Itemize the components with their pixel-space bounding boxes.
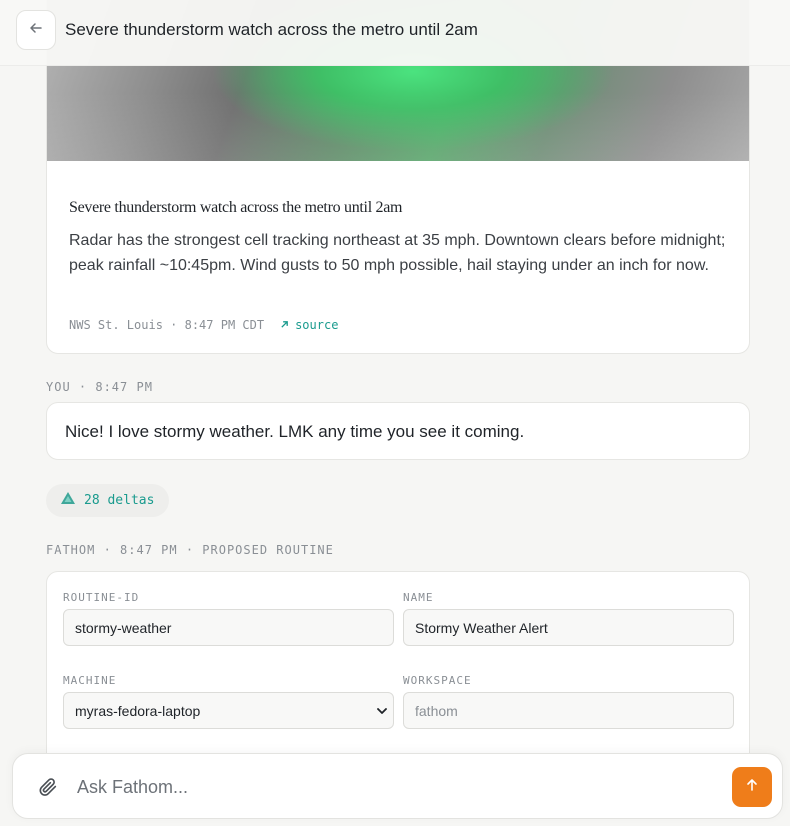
composer — [12, 753, 783, 819]
delta-icon — [60, 491, 76, 510]
alert-meta: NWS St. Louis · 8:47 PM CDT source — [69, 318, 338, 332]
workspace-label: WORKSPACE — [403, 674, 472, 687]
deltas-pill[interactable]: 28 deltas — [46, 484, 169, 517]
page-title: Severe thunderstorm watch across the met… — [65, 20, 478, 39]
user-message-bubble: Nice! I love stormy weather. LMK any tim… — [46, 402, 750, 460]
proposal-label: FATHOM · 8:47 PM · PROPOSED ROUTINE — [46, 543, 334, 557]
routine-id-label: ROUTINE-ID — [63, 591, 140, 604]
send-button[interactable] — [732, 767, 772, 807]
top-header: Severe thunderstorm watch across the met… — [0, 0, 790, 66]
alert-source-meta: NWS St. Louis · 8:47 PM CDT — [69, 318, 265, 332]
machine-select-value: myras-fedora-laptop — [75, 702, 201, 719]
paperclip-icon[interactable] — [37, 776, 59, 803]
machine-select[interactable]: myras-fedora-laptop — [63, 692, 394, 729]
workspace-input[interactable]: fathom — [403, 692, 734, 729]
arrow-up-right-icon — [280, 318, 289, 332]
alert-body: Radar has the strongest cell tracking no… — [69, 232, 726, 274]
name-input[interactable]: Stormy Weather Alert — [403, 609, 734, 646]
routine-id-input[interactable]: stormy-weather — [63, 609, 394, 646]
deltas-count: 28 deltas — [84, 493, 155, 508]
chevron-down-icon — [375, 704, 389, 721]
source-link-label: source — [295, 318, 339, 332]
name-label: NAME — [403, 591, 434, 604]
composer-input[interactable] — [77, 774, 697, 800]
source-link[interactable]: source — [280, 318, 338, 332]
back-button[interactable] — [16, 10, 56, 50]
user-message-text: Nice! I love stormy weather. LMK any tim… — [65, 422, 525, 441]
arrow-up-icon — [745, 778, 759, 797]
arrow-left-icon — [29, 21, 43, 40]
machine-label: MACHINE — [63, 674, 117, 687]
user-message-label: YOU · 8:47 PM — [46, 380, 153, 394]
alert-headline: Severe thunderstorm watch across the met… — [69, 199, 403, 216]
